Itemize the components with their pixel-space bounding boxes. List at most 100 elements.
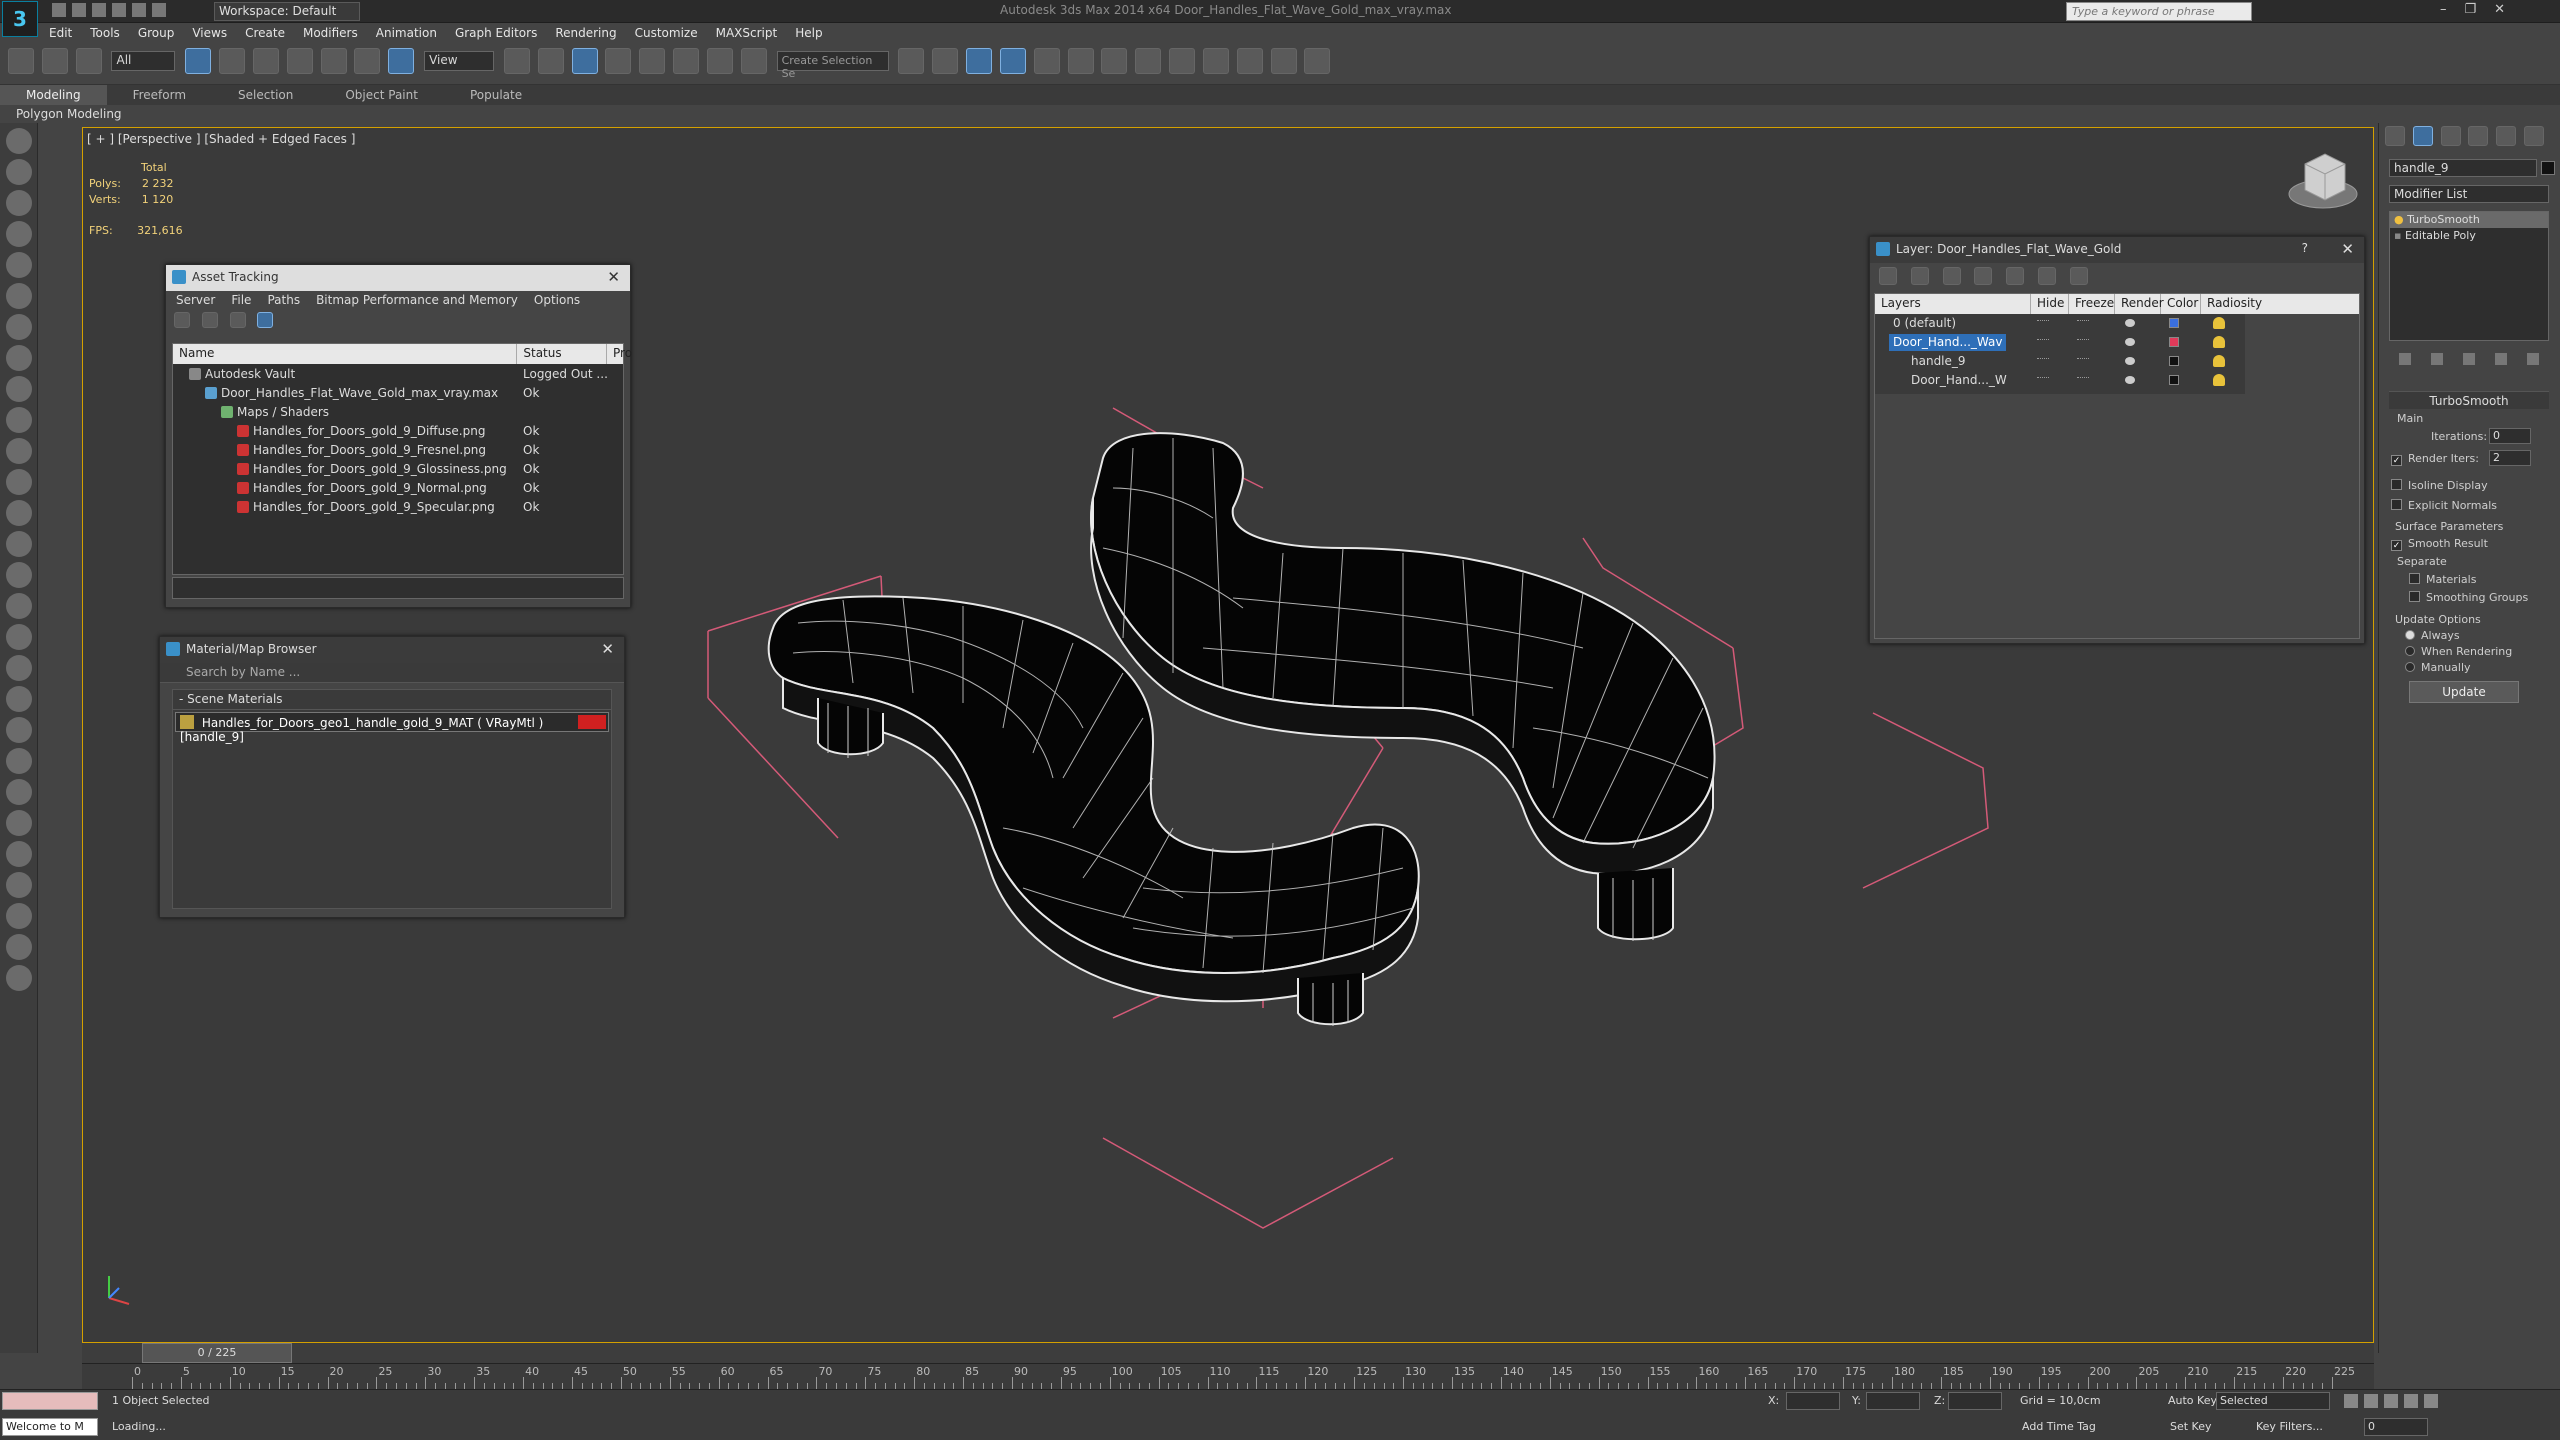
col-radiosity[interactable]: Radiosity: [2201, 294, 2262, 314]
render-iters-spinner[interactable]: 2: [2489, 450, 2531, 466]
material-browser-titlebar[interactable]: Material/Map Browser ✕: [160, 637, 624, 663]
tool-icon-13[interactable]: [6, 500, 32, 526]
search-input[interactable]: Type a keyword or phrase: [2066, 2, 2252, 21]
tab-selection[interactable]: Selection: [212, 85, 319, 105]
app-logo-icon[interactable]: 3: [2, 1, 38, 37]
new-file-icon[interactable]: [52, 3, 66, 17]
snaps-toggle-icon[interactable]: [605, 48, 632, 74]
asset-row[interactable]: Handles_for_Doors_gold_9_Normal.png Ok: [173, 478, 623, 497]
tab-object-paint[interactable]: Object Paint: [319, 85, 444, 105]
percent-snap-icon[interactable]: [673, 48, 700, 74]
restore-icon[interactable]: ❐: [2465, 2, 2477, 17]
asset-row[interactable]: Autodesk Vault Logged Out ...: [173, 364, 623, 383]
bind-spacewarp-icon[interactable]: [75, 48, 102, 74]
show-end-result-icon[interactable]: [2431, 353, 2443, 365]
tree-view-icon[interactable]: [257, 312, 274, 328]
material-editor-icon[interactable]: [1135, 48, 1162, 74]
layer-row[interactable]: handle_9: [1875, 352, 2245, 371]
asset-tracking-titlebar[interactable]: Asset Tracking ✕: [166, 265, 630, 291]
smoothing-groups-checkbox[interactable]: [2409, 591, 2420, 602]
layer-row[interactable]: Door_Hand..._W: [1875, 371, 2245, 390]
list-view-icon[interactable]: [201, 312, 218, 328]
col-name[interactable]: Name: [173, 344, 518, 364]
material-item[interactable]: Handles_for_Doors_geo1_handle_gold_9_MAT…: [175, 712, 609, 744]
create-layer-icon[interactable]: [1879, 267, 1897, 285]
angle-snap-icon[interactable]: [639, 48, 666, 74]
set-key-button[interactable]: Set Key: [2170, 1420, 2212, 1433]
menu-create[interactable]: Create: [236, 23, 294, 45]
minimize-icon[interactable]: –: [2440, 2, 2447, 17]
rotate-icon[interactable]: [354, 48, 381, 74]
menu-edit[interactable]: Edit: [40, 23, 81, 45]
render-iters-checkbox[interactable]: ✓: [2391, 455, 2402, 466]
tool-icon-25[interactable]: [6, 872, 32, 898]
render-toggle-icon[interactable]: [2125, 319, 2135, 327]
rendered-frame-icon[interactable]: [1202, 48, 1229, 74]
menu-tools[interactable]: Tools: [81, 23, 129, 45]
freeze-toggle[interactable]: [2077, 377, 2089, 381]
tool-icon-11[interactable]: [6, 438, 32, 464]
tool-icon-2[interactable]: [6, 159, 32, 185]
radiosity-bulb-icon[interactable]: [2213, 317, 2225, 329]
pivot-center-icon[interactable]: [503, 48, 530, 74]
menu-help[interactable]: Help: [786, 23, 831, 45]
tool-icon-9[interactable]: [6, 376, 32, 402]
col-render[interactable]: Render: [2115, 294, 2164, 314]
select-in-layer-icon[interactable]: [1974, 267, 1993, 285]
x-coordinate-field[interactable]: [1786, 1392, 1840, 1410]
manipulate-icon[interactable]: [537, 48, 564, 74]
y-coordinate-field[interactable]: [1866, 1392, 1920, 1410]
close-icon[interactable]: ✕: [2341, 240, 2354, 258]
tool-icon-15[interactable]: [6, 562, 32, 588]
tool-icon-28[interactable]: [6, 965, 32, 991]
menu-graph-editors[interactable]: Graph Editors: [446, 23, 546, 45]
layer-row[interactable]: Door_Hand..._Wav: [1875, 333, 2245, 352]
select-by-name-icon[interactable]: [219, 48, 246, 74]
menu-views[interactable]: Views: [183, 23, 236, 45]
tool-icon-23[interactable]: [6, 810, 32, 836]
tool-icon-6[interactable]: [6, 283, 32, 309]
col-layers[interactable]: Layers: [1875, 294, 2031, 314]
hide-all-icon[interactable]: [2038, 267, 2057, 285]
tool-icon-26[interactable]: [6, 903, 32, 929]
asset-row[interactable]: Handles_for_Doors_gold_9_Glossiness.png O…: [173, 459, 623, 478]
smooth-result-checkbox[interactable]: ✓: [2391, 540, 2402, 551]
open-file-icon[interactable]: [72, 3, 86, 17]
remove-modifier-icon[interactable]: [2495, 353, 2507, 365]
iterations-spinner[interactable]: 0: [2489, 428, 2531, 444]
layer-row[interactable]: 0 (default): [1875, 314, 2245, 333]
undo-icon[interactable]: [112, 3, 126, 17]
table-view-icon[interactable]: [229, 312, 246, 328]
scene-materials-group[interactable]: - Scene Materials: [173, 690, 611, 710]
radiosity-bulb-icon[interactable]: [2213, 336, 2225, 348]
menu-modifiers[interactable]: Modifiers: [294, 23, 367, 45]
radiosity-bulb-icon[interactable]: [2213, 355, 2225, 367]
auto-key-button[interactable]: Auto Key: [2168, 1394, 2217, 1407]
create-tab-icon[interactable]: [2385, 126, 2405, 146]
refresh-icon[interactable]: [174, 312, 190, 328]
spinner-snap-icon[interactable]: [706, 48, 733, 74]
select-object-icon[interactable]: [185, 48, 212, 74]
reference-coordinate-dropdown[interactable]: View: [424, 51, 495, 71]
delete-layer-icon[interactable]: [1910, 267, 1929, 285]
current-frame-field[interactable]: 0: [2364, 1418, 2428, 1436]
save-file-icon[interactable]: [92, 3, 106, 17]
render-production-icon[interactable]: [1236, 48, 1263, 74]
add-to-layer-icon[interactable]: [1942, 267, 1961, 285]
key-filters-button[interactable]: Key Filters...: [2256, 1420, 2323, 1433]
z-coordinate-field[interactable]: [1948, 1392, 2002, 1410]
link-icon[interactable]: [8, 48, 34, 74]
layer-color-swatch[interactable]: [2169, 318, 2179, 328]
tool-icon-8[interactable]: [6, 345, 32, 371]
schematic-view-icon[interactable]: [1101, 48, 1128, 74]
named-selection-set-dropdown[interactable]: Create Selection Se: [776, 51, 889, 80]
asset-row[interactable]: Maps / Shaders: [173, 402, 623, 421]
tool-icon-14[interactable]: [6, 531, 32, 557]
view-cube[interactable]: [2288, 153, 2358, 209]
mirror-icon[interactable]: [898, 48, 925, 74]
object-color-swatch[interactable]: [2541, 161, 2555, 175]
tab-freeform[interactable]: Freeform: [107, 85, 212, 105]
pin-stack-icon[interactable]: [2399, 353, 2411, 365]
scene-explorer-icon[interactable]: [966, 48, 993, 74]
asset-path-field[interactable]: [172, 577, 624, 599]
